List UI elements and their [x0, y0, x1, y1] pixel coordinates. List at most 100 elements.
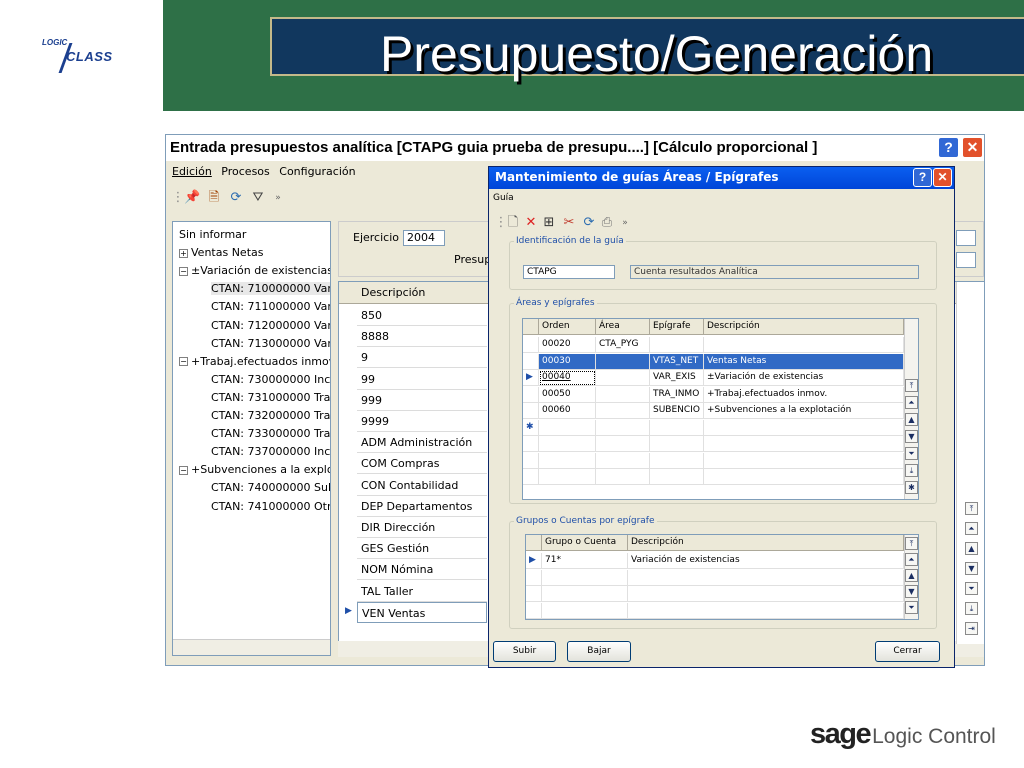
bajar-button[interactable]: Bajar [567, 641, 631, 662]
refresh-icon[interactable]: ⟳ [228, 190, 244, 206]
document-icon[interactable]: 🗎 [206, 190, 222, 206]
tree-expander-icon[interactable]: − [179, 465, 188, 475]
cuentas-cell[interactable] [542, 586, 628, 602]
tree-node[interactable]: CTAN: 711000000 Varia [211, 298, 330, 316]
main-nav-goto-icon[interactable]: ⇥ [965, 622, 978, 635]
areas-cell[interactable]: CTA_PYG [596, 337, 650, 353]
grid-row[interactable]: DEP Departamentos [357, 496, 487, 517]
areas-cell[interactable] [650, 419, 704, 436]
areas-header-cell[interactable]: Orden [539, 319, 596, 335]
delete-icon[interactable]: ✕ [523, 215, 539, 231]
main-nav-up-icon[interactable]: ▲ [965, 542, 978, 555]
areas-pagedown-icon[interactable]: ⏷ [905, 447, 918, 460]
grid-row[interactable]: ADM Administración [357, 432, 487, 454]
areas-cell[interactable] [596, 353, 650, 370]
cuentas-cell[interactable] [542, 569, 628, 586]
areas-cell[interactable] [650, 337, 704, 353]
tree-hscrollbar[interactable] [173, 639, 330, 655]
cuentas-first-icon[interactable]: ⤒ [905, 537, 918, 550]
main-nav-down-icon[interactable]: ▼ [965, 562, 978, 575]
grid-row[interactable]: NOM Nómina [357, 559, 487, 581]
areas-cell[interactable]: 00030 [539, 353, 596, 370]
dialog-help-button[interactable]: ? [913, 168, 932, 187]
tree-node[interactable]: CTAN: 733000000 Trab [211, 425, 330, 443]
ejercicio-input[interactable]: 2004 [403, 230, 445, 246]
areas-first-icon[interactable]: ⤒ [905, 379, 918, 392]
main-close-button[interactable]: ✕ [962, 137, 983, 158]
guia-code-field[interactable]: CTAPG [523, 265, 615, 279]
areas-cell[interactable] [596, 386, 650, 403]
pin-icon[interactable]: 📌 [184, 190, 200, 206]
main-nav-last-icon[interactable]: ⤓ [965, 602, 978, 615]
areas-vscroll[interactable]: ⤒ ⏶ ▲ ▼ ⏷ ⤓ ✱ [904, 319, 918, 499]
cuentas-cell[interactable]: Variación de existencias [628, 553, 904, 569]
grid-row[interactable]: VEN Ventas [357, 601, 487, 623]
grid-row[interactable]: 9999 [357, 411, 487, 432]
areas-header-cell[interactable]: Área [596, 319, 650, 335]
areas-cell[interactable]: +Trabaj.efectuados inmov. [704, 386, 904, 403]
tree-node[interactable]: CTAN: 730000000 Inco [211, 371, 330, 389]
cuentas-up-icon[interactable]: ▲ [905, 569, 918, 582]
tree-node[interactable]: CTAN: 712000000 Varia [211, 317, 330, 335]
areas-down-icon[interactable]: ▼ [905, 430, 918, 443]
grid-row[interactable]: 9 [357, 347, 487, 369]
areas-pageup-icon[interactable]: ⏶ [905, 396, 918, 409]
areas-header-cell[interactable]: Descripción [704, 319, 904, 335]
new-document-icon[interactable]: 🗋 [505, 215, 521, 231]
main-nav-pagedown-icon[interactable]: ⏷ [965, 582, 978, 595]
areas-cell[interactable] [704, 337, 904, 353]
areas-cell[interactable]: 00060 [539, 403, 596, 419]
cuentas-cell[interactable] [628, 569, 904, 586]
filter-clear-icon[interactable]: ⛛ [250, 190, 266, 206]
cuentas-cell[interactable] [628, 586, 904, 602]
areas-cell[interactable]: VAR_EXIS [650, 370, 704, 386]
tree-node[interactable]: CTAN: 741000000 Otra [211, 498, 330, 516]
dialog-close-button[interactable]: ✕ [933, 168, 952, 187]
grid-row[interactable]: 850 [357, 305, 487, 326]
areas-cell[interactable]: +Subvenciones a la explotación [704, 403, 904, 419]
tree-node[interactable]: CTAN: 731000000 Trab [211, 389, 330, 407]
menu-configuracion[interactable]: Configuración [279, 165, 355, 178]
areas-cell[interactable] [596, 469, 650, 485]
areas-cell[interactable] [539, 469, 596, 485]
tree-node[interactable]: CTAN: 740000000 Subv [211, 479, 330, 497]
cuentas-pageup-icon[interactable]: ⏶ [905, 553, 918, 566]
cuentas-header-cell[interactable]: Descripción [628, 535, 904, 551]
areas-cell[interactable]: VTAS_NET [650, 353, 704, 370]
main-help-button[interactable]: ? [938, 137, 959, 158]
menu-edicion[interactable]: Edición [172, 165, 212, 178]
account-tree[interactable]: Sin informar + Ventas Netas − ±Variación de … [172, 221, 331, 656]
cut-icon[interactable]: ✂ [561, 215, 577, 231]
areas-cell[interactable] [704, 436, 904, 452]
cuentas-table[interactable]: Grupo o Cuenta Descripción ▶ 71* Variación … [525, 534, 919, 620]
areas-new-icon[interactable]: ✱ [905, 481, 918, 494]
grid-row[interactable]: 8888 [357, 326, 487, 348]
areas-cell[interactable] [539, 436, 596, 452]
areas-cell[interactable]: Ventas Netas [704, 353, 904, 370]
main-nav-first-icon[interactable]: ⤒ [965, 502, 978, 515]
areas-cell[interactable] [704, 419, 904, 436]
grid-row[interactable]: COM Compras [357, 453, 487, 475]
tree-node[interactable]: CTAN: 710000000 Varia [211, 280, 330, 298]
tree-node[interactable]: − +Trabaj.efectuados inmov. [179, 353, 330, 371]
insert-row-icon[interactable]: ⊞ [541, 215, 557, 231]
dialog-refresh-icon[interactable]: ⟳ [581, 215, 597, 231]
cuentas-pagedown-icon[interactable]: ⏷ [905, 601, 918, 614]
tree-node[interactable]: − +Subvenciones a la explota [179, 461, 330, 479]
areas-cell[interactable]: 00020 [539, 337, 596, 353]
grid-row[interactable]: 999 [357, 390, 487, 411]
areas-header-cell[interactable]: Epígrafe [650, 319, 704, 335]
cuentas-cell[interactable]: 71* [542, 553, 628, 569]
areas-cell[interactable] [539, 419, 596, 436]
subir-button[interactable]: Subir [493, 641, 556, 662]
dialog-toolbar-overflow-icon[interactable]: » [617, 215, 633, 231]
dialog-menu-guia[interactable]: Guía [493, 193, 514, 203]
areas-table[interactable]: Orden Área Epígrafe Descripción 00020 CTA_PY… [522, 318, 919, 500]
cuentas-cell[interactable] [628, 602, 904, 619]
areas-cell[interactable]: ±Variación de existencias [704, 370, 904, 386]
tree-node[interactable]: CTAN: 732000000 Trab [211, 407, 330, 425]
cuentas-vscroll[interactable]: ⤒ ⏶ ▲ ▼ ⏷ [904, 535, 918, 619]
grid-row[interactable]: CON Contabilidad [357, 475, 487, 496]
tree-expander-icon[interactable]: − [179, 357, 188, 367]
menu-procesos[interactable]: Procesos [221, 165, 269, 178]
